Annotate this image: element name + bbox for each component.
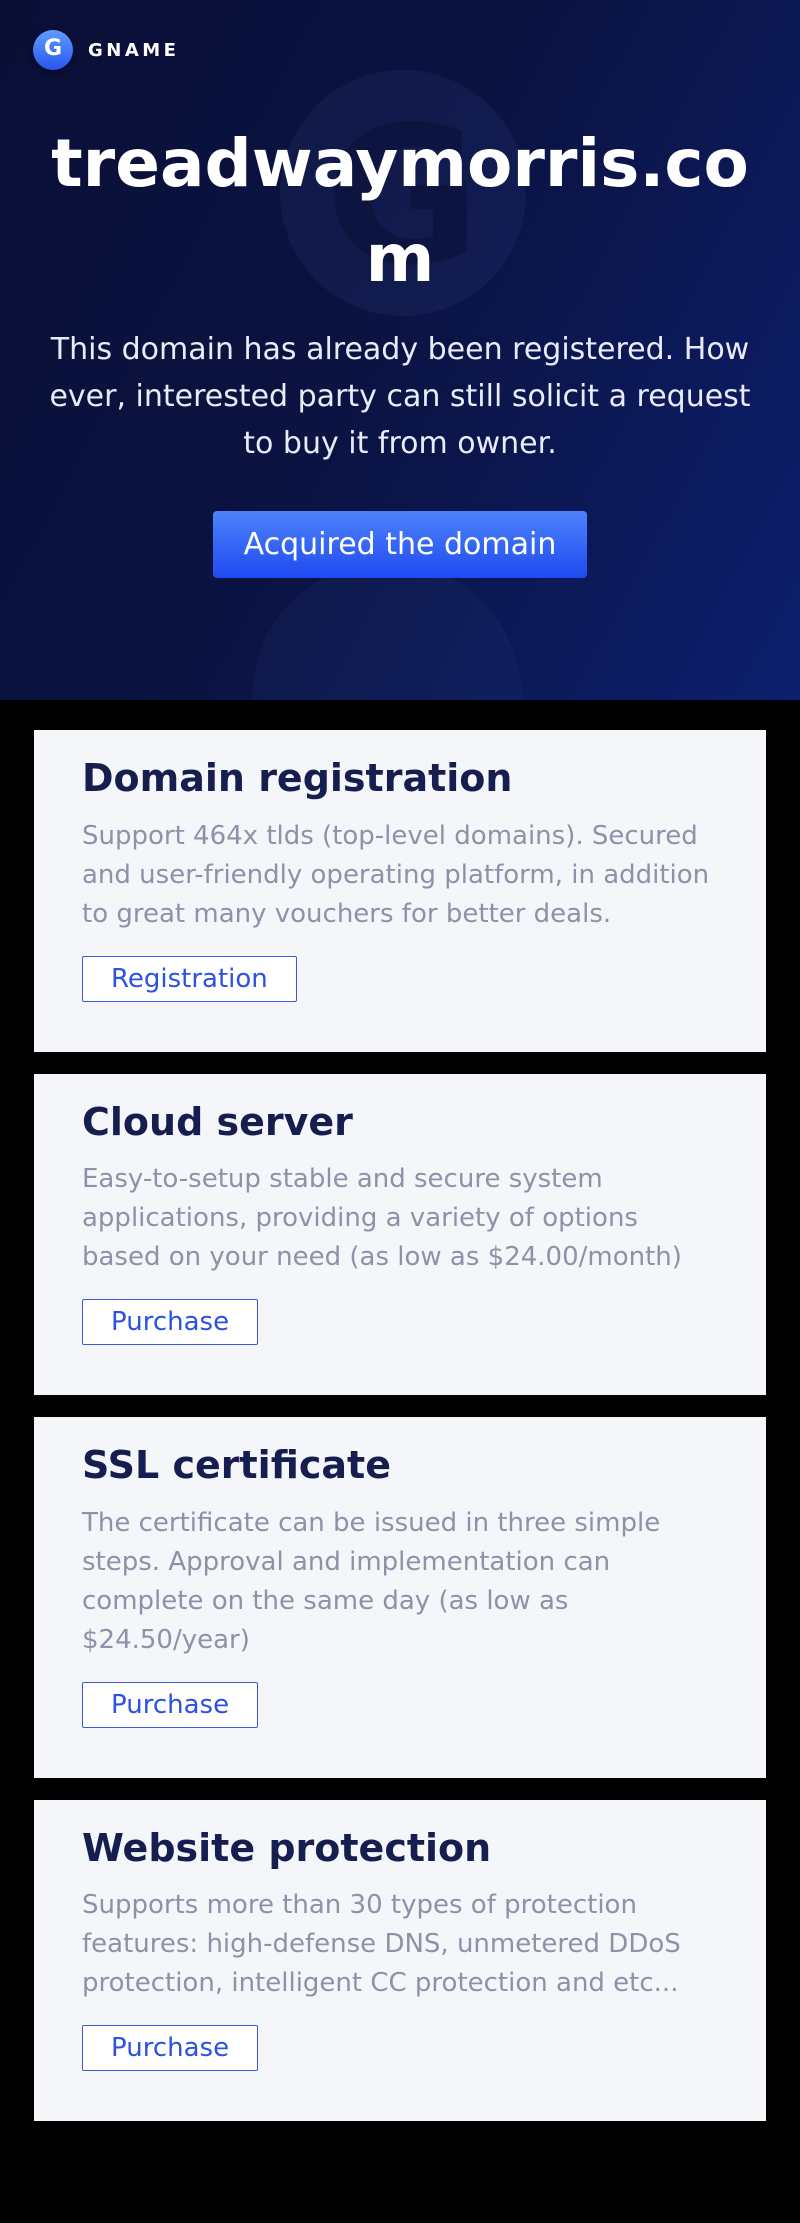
cta-row: Acquired the domain [0,511,800,578]
domain-title: treadwaymorris.com [40,116,760,306]
card-description: Supports more than 30 types of protectio… [82,1886,718,2003]
card-ssl-certificate: SSL certificate The certificate can be i… [34,1417,766,1778]
gname-logo-monogram: G [44,38,62,60]
purchase-protection-button[interactable]: Purchase [82,2025,258,2071]
purchase-cloud-server-button[interactable]: Purchase [82,1299,258,1345]
card-title: Cloud server [82,1099,718,1147]
card-description: Easy-to-setup stable and secure system a… [82,1160,718,1277]
hero-description: This domain has already been registered.… [49,326,751,467]
card-title: Website protection [82,1825,718,1873]
card-description: The certificate can be issued in three s… [82,1504,718,1660]
card-title: Domain registration [82,755,718,803]
card-website-protection: Website protection Supports more than 30… [34,1800,766,2122]
brand-name: GNAME [88,40,179,61]
acquire-domain-button[interactable]: Acquired the domain [213,511,588,578]
card-description: Support 464x tlds (top-level domains). S… [82,817,718,934]
card-title: SSL certificate [82,1442,718,1490]
purchase-ssl-button[interactable]: Purchase [82,1682,258,1728]
decorative-circle [252,562,522,700]
footer-spacer [0,2143,800,2223]
services-section: Domain registration Support 464x tlds (t… [0,700,800,2121]
card-cloud-server: Cloud server Easy-to-setup stable and se… [34,1074,766,1396]
brand-logo[interactable]: G GNAME [0,0,800,70]
card-domain-registration: Domain registration Support 464x tlds (t… [34,730,766,1052]
gname-logo-icon: G [33,30,73,70]
hero-section: G G GNAME treadwaymorris.com This domain… [0,0,800,700]
registration-button[interactable]: Registration [82,956,297,1002]
